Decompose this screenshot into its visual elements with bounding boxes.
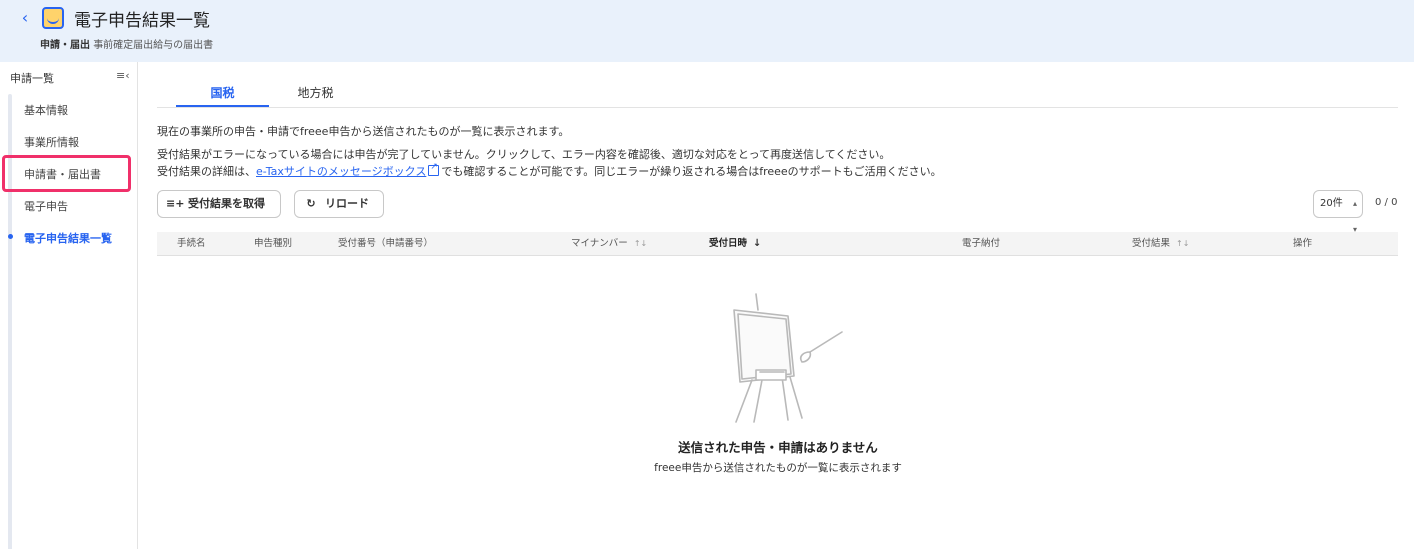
pagination-count: 0 / 0 [1375,197,1398,208]
column-actions: 操作 [1293,238,1313,249]
description-line-2: 受付結果がエラーになっている場合には申告が完了していません。クリックして、エラー… [157,148,891,161]
sidebar: 申請一覧 ≡‹ 基本情報 事業所情報 申請書・届出書 電子申告 電子申告結果一覧 [0,62,138,549]
fetch-results-label: 受付結果を取得 [188,197,265,210]
tab-local-tax[interactable]: 地方税 [269,80,362,107]
sidebar-item-e-filing-results[interactable]: 電子申告結果一覧 [24,230,112,246]
column-result-label: 受付結果 [1132,238,1171,249]
add-list-icon: ≡+ [166,197,185,210]
description-line-3: 受付結果の詳細は、e-Taxサイトのメッセージボックス でも確認することが可能です… [157,162,942,179]
column-receipt-number: 受付番号（申請番号） [338,238,434,249]
page-title: 電子申告結果一覧 [74,11,210,31]
sort-descending-icon[interactable]: ↓ [753,238,761,249]
app-icon [42,7,64,29]
easel-illustration-icon [733,293,843,423]
column-my-number[interactable]: マイナンバー ↑↓ [571,232,647,256]
reload-icon: ↻ [306,197,316,210]
sort-icon[interactable]: ↑↓ [634,239,647,248]
per-page-value: 20件 [1320,198,1343,209]
sidebar-item-e-filing[interactable]: 電子申告 [24,198,68,214]
back-arrow-icon[interactable]: ‹ [16,9,34,27]
tax-tabs: 国税 地方税 [157,80,1398,108]
active-indicator-dot [8,234,13,239]
column-received-datetime-label: 受付日時 [709,238,748,249]
description-line-1: 現在の事業所の申告・申請でfreee申告から送信されたものが一覧に表示されます。 [157,125,570,138]
e-tax-messagebox-link[interactable]: e-Taxサイトのメッセージボックス [256,165,426,178]
column-procedure-name: 手続名 [177,238,206,249]
breadcrumb: 申請・届出 事前確定届出給与の届出書 [40,36,213,51]
sidebar-item-basic-info[interactable]: 基本情報 [24,102,68,118]
external-link-icon[interactable] [428,162,440,176]
page-header: ‹ 電子申告結果一覧 申請・届出 事前確定届出給与の届出書 [0,0,1414,62]
column-result[interactable]: 受付結果 ↑↓ [1132,232,1189,256]
sort-icon[interactable]: ↑↓ [1176,239,1189,248]
reload-button[interactable]: ↻ リロード [294,190,384,218]
sidebar-heading: 申請一覧 [10,72,54,85]
empty-state-subtitle: freee申告から送信されたものが一覧に表示されます [654,462,902,474]
per-page-select[interactable]: 20件 ▴ ▾ [1313,190,1363,234]
breadcrumb-category[interactable]: 申請・届出 [40,40,90,51]
collapse-sidebar-icon[interactable]: ≡‹ [116,69,130,82]
description-line-3-suffix: でも確認することが可能です。同じエラーが繰り返される場合はfreeeのサポートも… [441,165,942,178]
tab-national-tax[interactable]: 国税 [176,80,269,107]
column-e-payment: 電子納付 [962,238,1001,249]
column-my-number-label: マイナンバー [571,238,628,249]
results-table-header: 手続名 申告種別 受付番号（申請番号） マイナンバー ↑↓ 受付日時 ↓ 電子納付 … [157,232,1398,256]
description-line-3-prefix: 受付結果の詳細は、 [157,165,256,178]
fetch-results-button[interactable]: ≡+ 受付結果を取得 [157,190,281,218]
highlight-annotation-box [2,155,131,192]
breadcrumb-document: 事前確定届出給与の届出書 [93,40,214,51]
column-filing-type: 申告種別 [254,238,293,249]
sidebar-item-office-info[interactable]: 事業所情報 [24,134,79,150]
empty-state-title: 送信された申告・申請はありません [678,440,878,455]
reload-label: リロード [325,197,369,210]
column-received-datetime[interactable]: 受付日時 ↓ [709,232,761,256]
